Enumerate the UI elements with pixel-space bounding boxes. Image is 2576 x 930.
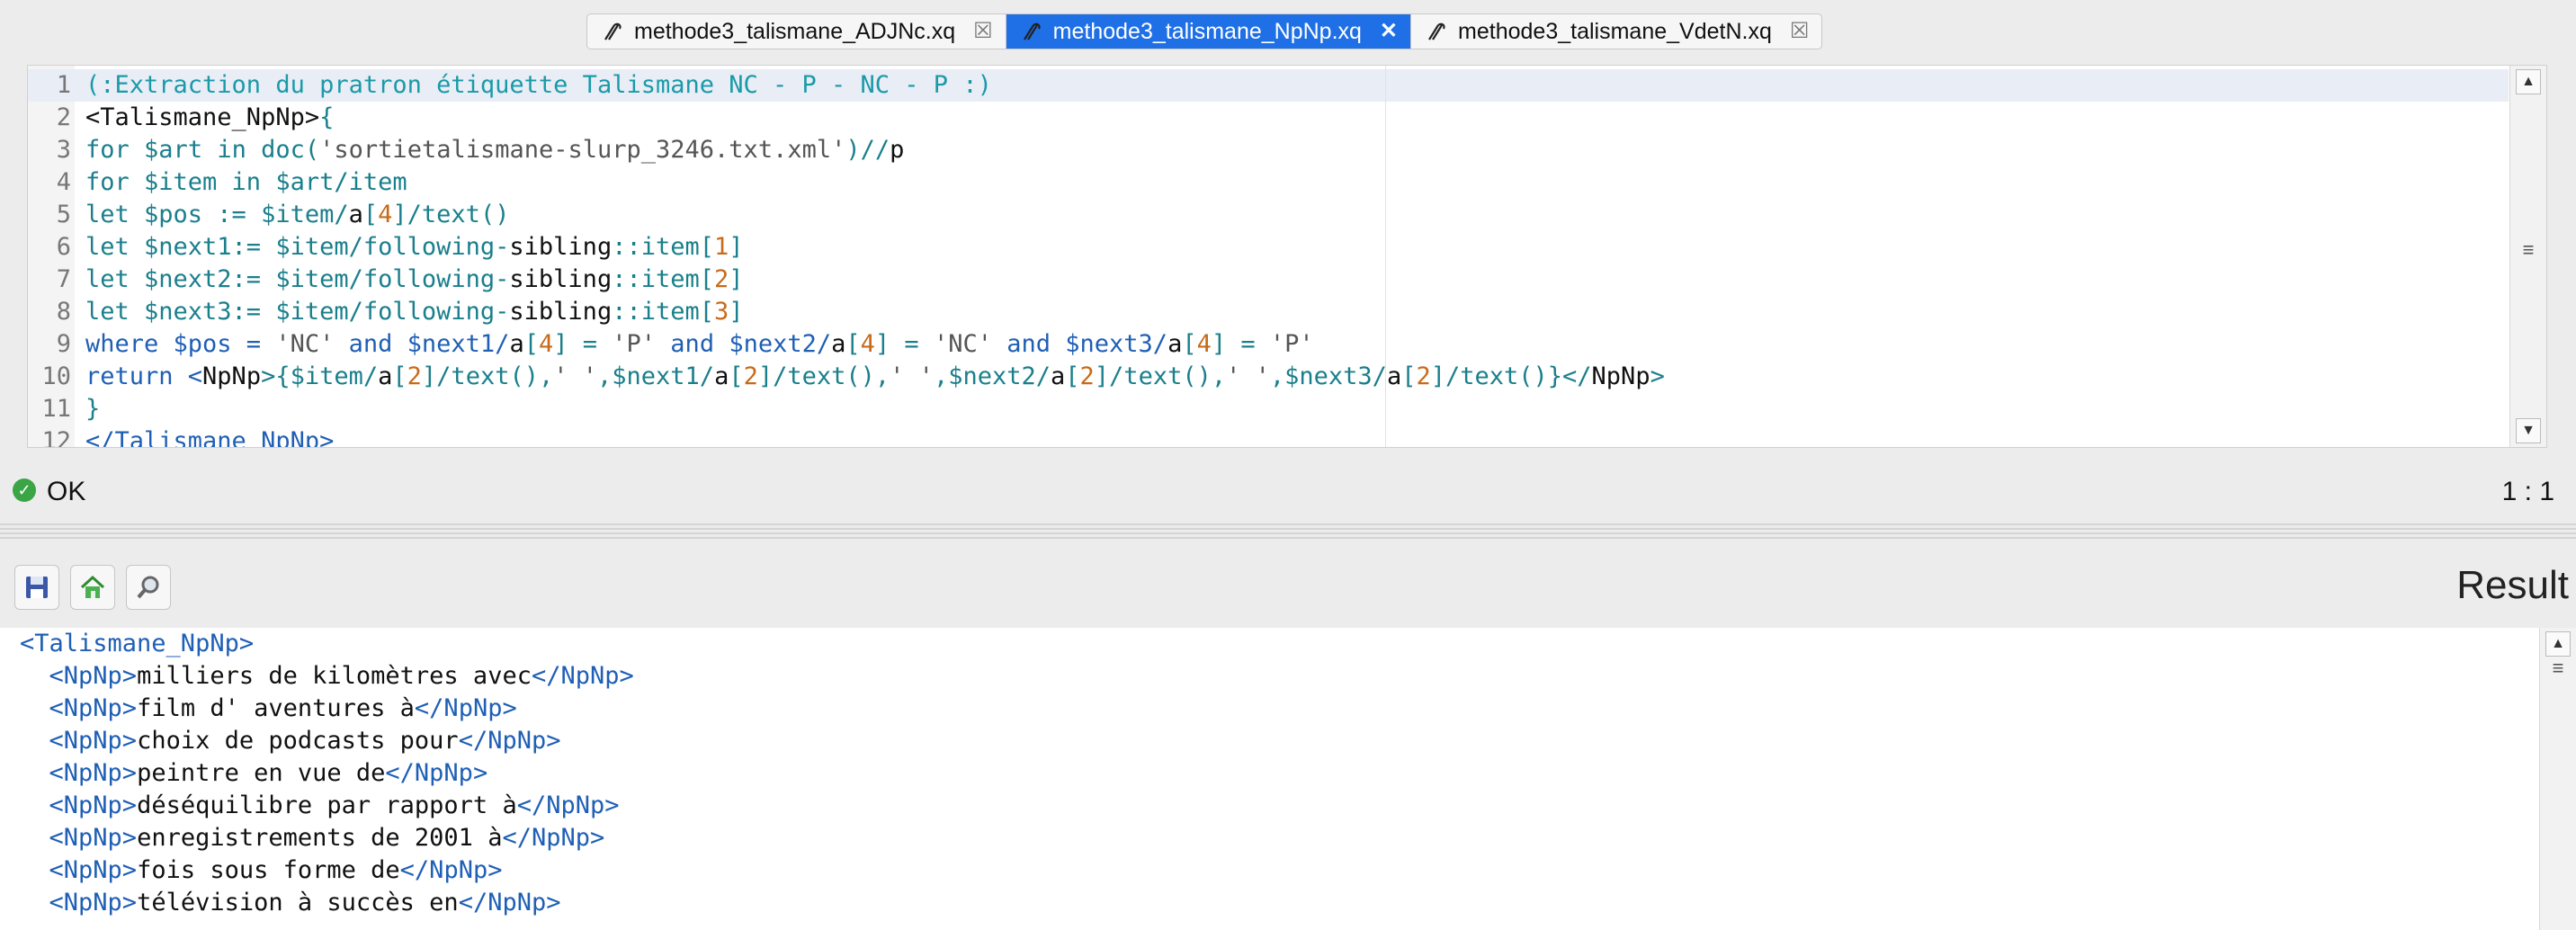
save-button[interactable] <box>14 565 59 610</box>
code-line: 12 </Talismane_NpNp> <box>41 427 335 448</box>
scroll-grip-icon[interactable]: ≡ <box>2547 657 2569 680</box>
tab-bar: methode3_talismane_ADJNc.xq ☒ methode3_t… <box>0 0 2576 63</box>
xquery-file-icon <box>604 22 622 40</box>
code-line: 4 for $item in $art/item <box>56 168 407 196</box>
ok-check-icon: ✓ <box>13 478 36 502</box>
tab-label: methode3_talismane_VdetN.xq <box>1458 18 1772 44</box>
result-line: <NpNp>film d' aventures à</NpNp> <box>49 694 517 722</box>
editor-scrollbar[interactable]: ▲ ≡ ▼ <box>2509 66 2546 447</box>
xquery-file-icon <box>1428 22 1445 40</box>
result-output[interactable]: <Talismane_NpNp> <NpNp>milliers de kilom… <box>0 628 2576 930</box>
result-panel: Result <Talismane_NpNp> <NpNp>milliers d… <box>0 545 2576 930</box>
code-line: 3 for $art in doc('sortietalismane-slurp_… <box>56 136 905 164</box>
code-line: 10 return <NpNp>{$item/a[2]/text(),' ',$n… <box>41 362 1665 390</box>
home-button[interactable] <box>70 565 115 610</box>
close-icon[interactable]: ✕ <box>1380 21 1398 42</box>
home-icon <box>80 575 105 598</box>
result-line: <NpNp>choix de podcasts pour</NpNp> <box>49 727 561 755</box>
code-text[interactable]: 1 (:Extraction du pratron étiquette Talis… <box>28 69 1665 448</box>
result-line: <NpNp>peintre en vue de</NpNp> <box>49 759 488 787</box>
code-line: 1 (:Extraction du pratron étiquette Talis… <box>56 71 992 99</box>
result-line: <NpNp>télévision à succès en</NpNp> <box>49 889 561 917</box>
comment: (:Extraction du pratron étiquette Talism… <box>85 71 992 99</box>
status-bar: ✓ OK 1 : 1 <box>0 468 2576 513</box>
result-line: <NpNp>enregistrements de 2001 à</NpNp> <box>49 824 605 852</box>
tab-label: methode3_talismane_NpNp.xq <box>1052 18 1362 44</box>
scroll-grip-icon[interactable]: ≡ <box>2518 238 2539 262</box>
code-line: 8 let $next3:= $item/following-sibling::i… <box>56 298 744 326</box>
search-button[interactable] <box>126 565 171 610</box>
code-line: 9 where $pos = 'NC' and $next1/a[4] = 'P'… <box>56 330 1314 358</box>
result-text: <Talismane_NpNp> <NpNp>milliers de kilom… <box>20 628 634 919</box>
result-toolbar <box>14 565 171 610</box>
close-icon[interactable]: ☒ <box>1790 21 1810 42</box>
result-line: <NpNp>milliers de kilomètres avec</NpNp> <box>49 662 634 690</box>
status-text: OK <box>47 477 86 506</box>
result-line: <NpNp>fois sous forme de</NpNp> <box>49 856 503 884</box>
search-icon <box>137 576 159 599</box>
split-pane-divider[interactable] <box>0 523 2576 540</box>
scroll-up-icon[interactable]: ▲ <box>2545 631 2571 657</box>
code-editor[interactable]: 1 (:Extraction du pratron étiquette Talis… <box>27 65 2547 448</box>
result-line: <NpNp>déséquilibre par rapport à</NpNp> <box>49 791 620 819</box>
code-line: 5 let $pos := $item/a[4]/text() <box>56 201 510 228</box>
tab-adjnc[interactable]: methode3_talismane_ADJNc.xq ☒ <box>587 14 1006 49</box>
tab-vdetn[interactable]: methode3_talismane_VdetN.xq ☒ <box>1411 14 1821 49</box>
close-icon[interactable]: ☒ <box>973 21 993 42</box>
code-line: 7 let $next2:= $item/following-sibling::i… <box>56 265 744 293</box>
tab-npnp[interactable]: methode3_talismane_NpNp.xq ✕ <box>1006 14 1412 49</box>
code-line: 6 let $next1:= $item/following-sibling::i… <box>56 233 744 261</box>
save-icon <box>26 577 48 598</box>
code-line: 2 <Talismane_NpNp>{ <box>56 103 335 131</box>
tab-label: methode3_talismane_ADJNc.xq <box>634 18 956 44</box>
cursor-position: 1 : 1 <box>2501 477 2554 506</box>
editor-tabs: methode3_talismane_ADJNc.xq ☒ methode3_t… <box>586 13 1823 49</box>
result-scrollbar[interactable]: ▲ ≡ <box>2539 628 2576 930</box>
scroll-up-icon[interactable]: ▲ <box>2516 69 2541 94</box>
code-line: 11} <box>41 395 101 423</box>
result-title: Result <box>2456 563 2569 607</box>
scroll-down-icon[interactable]: ▼ <box>2516 418 2541 443</box>
xquery-file-icon <box>1023 22 1041 40</box>
